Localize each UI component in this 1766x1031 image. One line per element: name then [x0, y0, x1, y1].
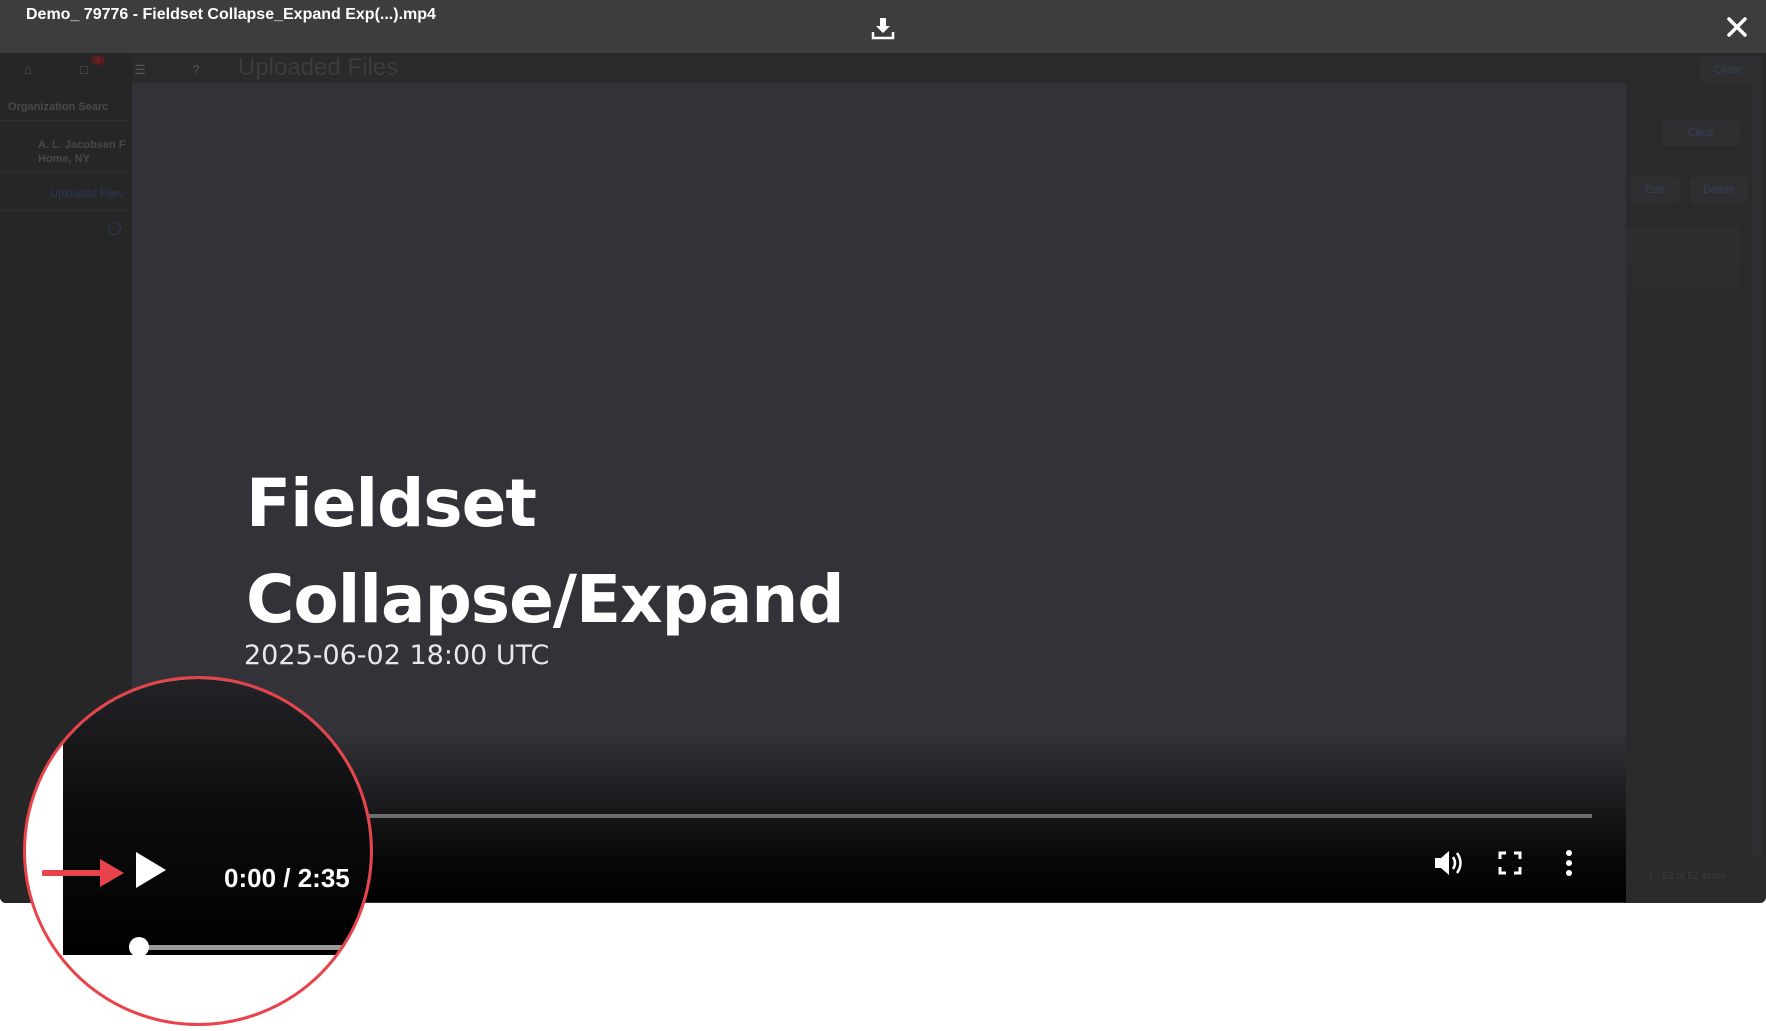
progress-bar[interactable] [200, 814, 1592, 818]
table-row[interactable] [1626, 264, 1740, 294]
sidebar-link-uploaded-files[interactable]: Uploaded Files [50, 188, 123, 200]
slide-title-line2: Collapse/Expand [246, 561, 845, 638]
close-icon [1727, 17, 1747, 37]
sidebar-section-title: Organization Searc [8, 101, 109, 113]
file-title: Demo_ 79776 - Fieldset Collapse_Expand E… [26, 6, 436, 23]
callout-video-controls [63, 679, 370, 955]
fullscreen-button[interactable] [1498, 851, 1522, 880]
edit-button[interactable]: Edit [1630, 177, 1680, 203]
help-icon[interactable]: ? [168, 62, 224, 78]
zoom-callout: 0:00 / 2:35 [23, 676, 373, 1026]
volume-icon [1435, 851, 1462, 875]
download-icon [871, 18, 895, 40]
org-name-line2: Home, NY [38, 153, 90, 165]
table-header [1626, 228, 1740, 264]
play-button[interactable] [134, 850, 168, 895]
divider [0, 172, 132, 173]
divider [0, 120, 132, 121]
pager-text: 1 - 52 of 52 items [1648, 871, 1726, 882]
more-options-icon [1566, 850, 1572, 876]
notifications-icon[interactable]: □ 1 [56, 56, 112, 78]
scrollbar[interactable] [1752, 56, 1762, 856]
time-display: 0:00 / 2:35 [224, 863, 350, 893]
volume-button[interactable] [1432, 848, 1464, 883]
viewer-header: Demo_ 79776 - Fieldset Collapse_Expand E… [0, 0, 1766, 53]
list-icon[interactable]: ☰ [112, 62, 168, 78]
callout-progress-bar[interactable] [136, 945, 370, 950]
slide-title: Fieldset Collapse/Expand [246, 456, 845, 648]
slide-date: 2025-06-02 18:00 UTC [244, 640, 550, 671]
close-app-button[interactable]: Close [1700, 57, 1756, 83]
close-button[interactable] [1722, 12, 1752, 42]
notification-badge: 1 [91, 56, 105, 65]
app-toolbar: ⌂ □ 1 ☰ ? [0, 56, 224, 78]
clear-button[interactable]: Clear [1662, 120, 1740, 146]
divider [0, 210, 132, 211]
fullscreen-icon [1498, 851, 1522, 875]
org-name-line1: A. L. Jacobsen F [38, 139, 126, 151]
slide-title-line1: Fieldset [246, 465, 537, 542]
download-button[interactable] [870, 15, 896, 41]
more-options-button[interactable] [1563, 849, 1575, 882]
delete-button[interactable]: Delete [1690, 177, 1748, 203]
home-icon[interactable]: ⌂ [0, 62, 56, 78]
red-arrow-icon [42, 859, 124, 887]
org-name: A. L. Jacobsen F Home, NY [38, 138, 125, 166]
play-icon [136, 852, 166, 888]
page-title: Uploaded Files [238, 54, 399, 81]
status-icon [108, 222, 121, 235]
progress-thumb[interactable] [129, 937, 149, 957]
